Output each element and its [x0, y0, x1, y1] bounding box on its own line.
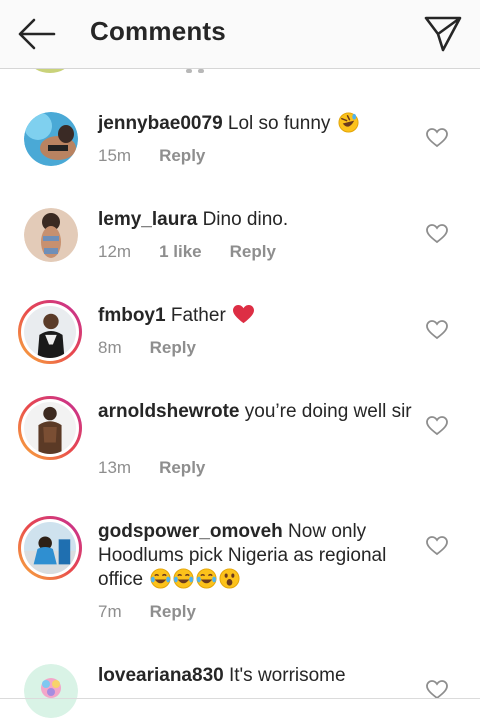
comment-body: you’re doing well sir	[244, 401, 412, 422]
reply-button[interactable]: Reply	[159, 458, 205, 477]
like-heart-icon[interactable]	[426, 680, 448, 700]
reply-button[interactable]: Reply	[150, 338, 196, 357]
comment-meta: 8m Reply	[98, 338, 196, 358]
comment-time: 7m	[98, 602, 122, 621]
like-heart-icon[interactable]	[426, 320, 448, 340]
page-title: Comments	[90, 16, 226, 46]
likes-count[interactable]: 1 like	[159, 242, 202, 261]
comment-username[interactable]: godspower_omoveh	[98, 521, 283, 542]
reply-button[interactable]: Reply	[150, 602, 196, 621]
text-fragment	[186, 69, 192, 73]
comment-text: lemy_laura Dino dino.	[98, 208, 418, 232]
comment-text: loveariana830 It's worrisome	[98, 664, 418, 688]
avatar-photo	[24, 522, 76, 574]
comment-body: It's worrisome	[228, 665, 346, 686]
avatar-photo	[24, 402, 76, 454]
comment-username[interactable]: loveariana830	[98, 665, 224, 686]
comment-text: jennybae0079 Lol so funny	[98, 112, 418, 136]
comment-text: fmboy1 Father	[98, 304, 418, 328]
reply-button[interactable]: Reply	[230, 242, 276, 261]
astonished-emoji-icon	[219, 568, 240, 589]
reply-button[interactable]: Reply	[159, 146, 205, 165]
comment-time: 8m	[98, 338, 122, 357]
comment-body: Dino dino.	[202, 209, 289, 230]
tears-of-joy-emoji-icon	[150, 568, 171, 589]
paper-plane-icon	[424, 16, 462, 52]
top-bar: Comments	[0, 0, 480, 69]
comment-time: 13m	[98, 458, 132, 477]
previous-comment-peek	[0, 69, 480, 75]
comment-time: 15m	[98, 146, 132, 165]
back-button[interactable]	[14, 14, 58, 54]
like-heart-icon[interactable]	[426, 416, 448, 436]
avatar-photo	[24, 112, 78, 166]
comment-username[interactable]: fmboy1	[98, 305, 166, 326]
avatar[interactable]	[18, 396, 82, 460]
tears-of-joy-emoji-icon	[173, 568, 194, 589]
comment-meta: 7m Reply	[98, 602, 196, 622]
comment-username[interactable]: lemy_laura	[98, 209, 197, 230]
avatar[interactable]	[24, 208, 78, 262]
like-heart-icon[interactable]	[426, 128, 448, 148]
comment-text: godspower_omoveh Now only Hoodlums pick …	[98, 520, 418, 592]
share-button[interactable]	[422, 12, 464, 54]
comment-username[interactable]: arnoldshewrote	[98, 401, 239, 422]
arrow-left-icon	[18, 18, 56, 50]
story-ring	[21, 519, 79, 577]
avatar-photo	[24, 208, 78, 262]
story-ring	[21, 399, 79, 457]
comment-username[interactable]: jennybae0079	[98, 113, 223, 134]
avatar[interactable]	[24, 112, 78, 166]
comment-body: Father	[170, 305, 226, 326]
comment-body: Lol so funny	[227, 113, 331, 134]
rofl-emoji-icon	[338, 112, 359, 133]
comment-time: 12m	[98, 242, 132, 261]
like-heart-icon[interactable]	[426, 536, 448, 556]
comment-text: arnoldshewrote you’re doing well sir	[98, 400, 418, 424]
comment-meta: 15m Reply	[98, 146, 205, 166]
text-fragment	[198, 69, 204, 73]
red-heart-emoji-icon	[233, 304, 255, 324]
avatar[interactable]	[18, 516, 82, 580]
comment-meta: 13m Reply	[98, 458, 205, 478]
story-ring	[21, 303, 79, 361]
avatar-photo	[24, 306, 76, 358]
divider	[0, 698, 480, 699]
avatar	[30, 69, 70, 73]
comment-meta: 12m 1 like Reply	[98, 242, 276, 262]
like-heart-icon[interactable]	[426, 224, 448, 244]
avatar[interactable]	[18, 300, 82, 364]
tears-of-joy-emoji-icon	[196, 568, 217, 589]
